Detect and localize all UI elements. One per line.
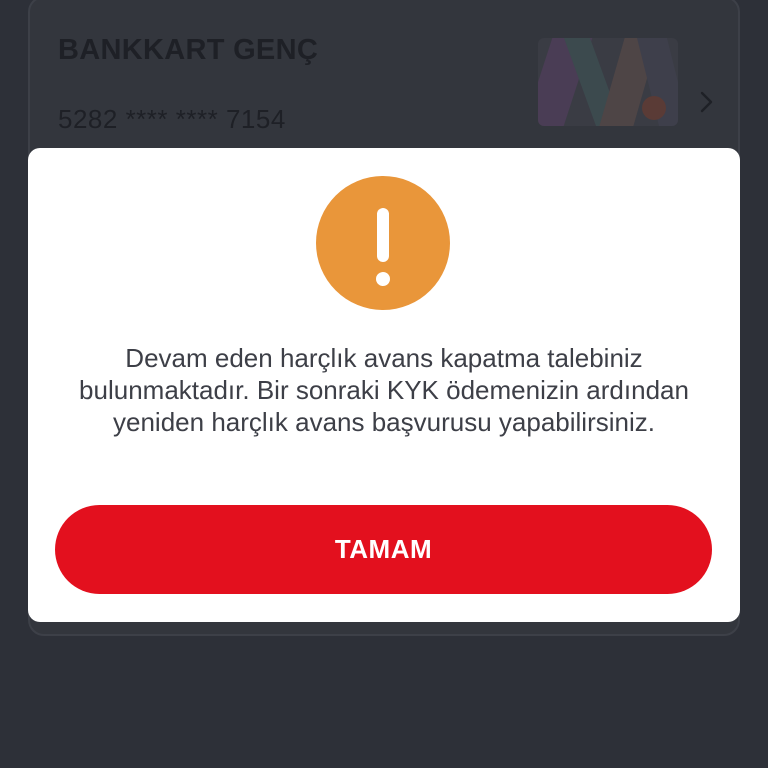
chevron-right-icon[interactable] <box>694 90 718 114</box>
alert-dialog: Devam eden harçlık avans kapatma talebin… <box>28 148 740 622</box>
warning-exclamation-icon <box>316 176 450 310</box>
card-title: BANKKART GENÇ <box>58 34 319 66</box>
ok-button[interactable]: TAMAM <box>55 505 712 594</box>
card-image <box>538 38 678 126</box>
card-number: 5282 **** **** 7154 <box>58 104 286 134</box>
dialog-message: Devam eden harçlık avans kapatma talebin… <box>79 343 689 437</box>
screen: BANKKART GENÇ 5282 **** **** 7154 Devam … <box>0 0 768 768</box>
